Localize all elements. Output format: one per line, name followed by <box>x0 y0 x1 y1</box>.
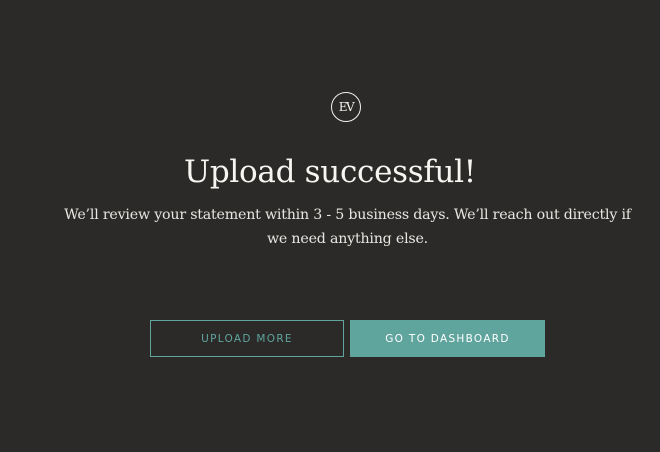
brand-logo-icon: EV <box>331 92 361 122</box>
upload-more-label: UPLOAD MORE <box>201 332 293 345</box>
go-to-dashboard-label: GO TO DASHBOARD <box>385 332 510 345</box>
confirmation-message: We’ll review your statement within 3 - 5… <box>64 207 631 247</box>
upload-more-button[interactable]: UPLOAD MORE <box>150 320 344 357</box>
logo-monogram: EV <box>338 100 355 114</box>
page-title: Upload successful! <box>184 154 476 190</box>
upload-success-page: EV Upload successful! We’ll review your … <box>0 0 660 452</box>
go-to-dashboard-button[interactable]: GO TO DASHBOARD <box>350 320 545 357</box>
